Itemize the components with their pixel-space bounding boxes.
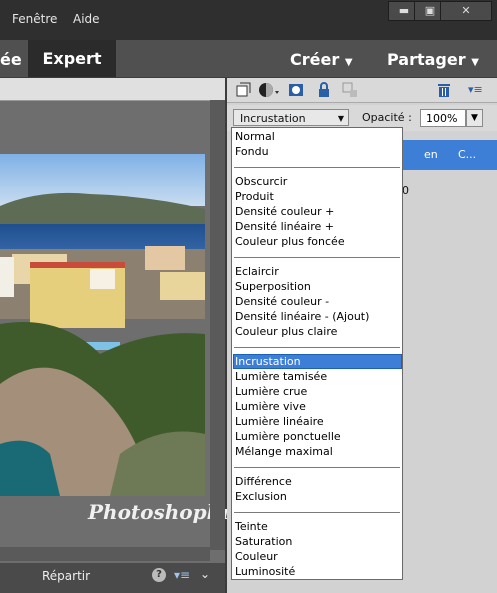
list-menu-icon[interactable]: ▾≡ xyxy=(174,568,190,582)
chevron-down-icon: ▼ xyxy=(344,57,353,68)
distribute-label[interactable]: Répartir xyxy=(42,569,90,583)
layer-row[interactable]: en C... xyxy=(402,140,497,170)
blend-mode-option[interactable]: Exclusion xyxy=(235,489,287,504)
panel-menu-icon[interactable]: ▾≡ xyxy=(468,83,483,96)
list-separator xyxy=(234,347,400,348)
blend-mode-option[interactable]: Couleur plus claire xyxy=(235,324,337,339)
blend-mode-option[interactable]: Mélange maximal xyxy=(235,444,333,459)
blend-mode-option[interactable]: Lumière ponctuelle xyxy=(235,429,341,444)
blend-mode-option[interactable]: Densité couleur + xyxy=(235,204,334,219)
blend-mode-option[interactable]: Couleur plus foncée xyxy=(235,234,345,249)
layer-row-text: en xyxy=(424,148,438,161)
photo-image xyxy=(0,154,205,496)
blend-mode-option[interactable]: Différence xyxy=(235,474,292,489)
blend-mode-option[interactable]: Normal xyxy=(235,129,275,144)
chevron-down-icon[interactable]: ⌄ xyxy=(200,567,210,581)
panel-bottom-bar: Répartir ? ▾≡ ⌄ xyxy=(0,563,225,593)
create-button[interactable]: Créer ▼ xyxy=(290,50,353,69)
blend-mode-option[interactable]: Densité linéaire - (Ajout) xyxy=(235,309,369,324)
blend-mode-option[interactable]: Produit xyxy=(235,189,274,204)
share-label: Partager xyxy=(387,50,466,69)
layer-row-text: C... xyxy=(458,148,477,161)
blend-mode-select[interactable]: Incrustation ▼ xyxy=(233,109,349,126)
help-icon[interactable]: ? xyxy=(152,568,166,582)
create-label: Créer xyxy=(290,50,340,69)
tab-expert[interactable]: Expert xyxy=(28,40,116,77)
tab-guided[interactable]: ée xyxy=(0,50,22,69)
layer-value-text: 0 xyxy=(402,184,409,197)
chevron-down-icon[interactable]: ▼ xyxy=(466,109,483,127)
menu-fenetre[interactable]: Fenêtre xyxy=(12,12,57,26)
share-button[interactable]: Partager ▼ xyxy=(387,50,479,69)
blend-mode-option[interactable]: Superposition xyxy=(235,279,311,294)
blend-mode-option[interactable]: Fondu xyxy=(235,144,269,159)
blend-mode-option[interactable]: Luminosité xyxy=(235,564,295,579)
lock-transparency-icon[interactable] xyxy=(342,82,358,98)
mask-icon[interactable] xyxy=(288,82,304,98)
document-tab-bar xyxy=(0,78,225,101)
blend-mode-option[interactable]: Obscurcir xyxy=(235,174,287,189)
blend-mode-option[interactable]: Incrustation xyxy=(235,354,301,369)
trash-icon[interactable] xyxy=(436,82,452,98)
blend-mode-value: Incrustation xyxy=(240,112,306,125)
blend-mode-option[interactable]: Saturation xyxy=(235,534,292,549)
close-button[interactable]: ✕ xyxy=(440,1,492,21)
list-separator xyxy=(234,257,400,258)
blend-mode-option[interactable]: Lumière tamisée xyxy=(235,369,327,384)
list-separator xyxy=(234,167,400,168)
horizontal-scrollbar[interactable] xyxy=(0,547,210,561)
blend-mode-option[interactable]: Lumière linéaire xyxy=(235,414,324,429)
chevron-down-icon: ▼ xyxy=(337,114,344,123)
menu-aide[interactable]: Aide xyxy=(73,12,100,26)
adjustment-layer-icon[interactable] xyxy=(258,82,282,98)
blend-mode-option[interactable]: Eclaircir xyxy=(235,264,279,279)
list-separator xyxy=(234,512,400,513)
chevron-down-icon: ▼ xyxy=(471,57,479,68)
blend-mode-option[interactable]: Lumière crue xyxy=(235,384,307,399)
blend-mode-option[interactable]: Densité couleur - xyxy=(235,294,329,309)
blend-mode-option[interactable]: Densité linéaire + xyxy=(235,219,334,234)
opacity-input[interactable]: 100% xyxy=(420,109,466,127)
vertical-scrollbar[interactable] xyxy=(210,100,225,550)
list-separator xyxy=(234,467,400,468)
blend-mode-option[interactable]: Couleur xyxy=(235,549,278,564)
new-layer-icon[interactable] xyxy=(236,82,252,98)
blend-mode-option[interactable]: Teinte xyxy=(235,519,268,534)
lock-icon[interactable] xyxy=(316,82,332,98)
opacity-label: Opacité : xyxy=(362,111,412,124)
blend-mode-option[interactable]: Lumière vive xyxy=(235,399,306,414)
